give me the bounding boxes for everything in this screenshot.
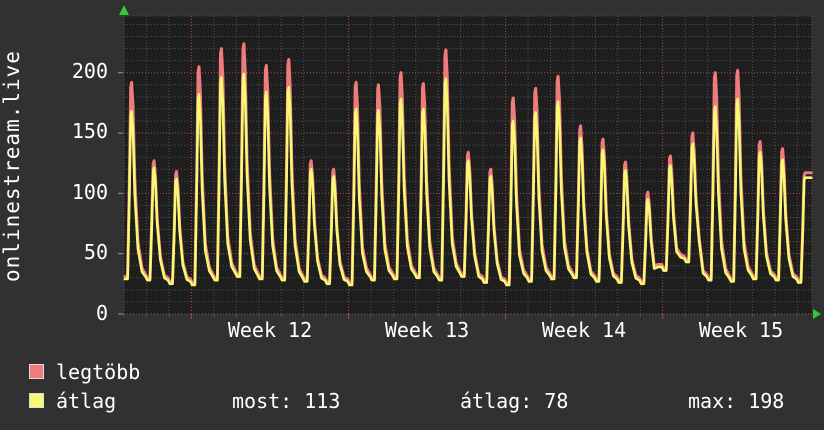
legend-swatch-max: [29, 364, 44, 379]
y-tick-label-200: 200: [71, 59, 108, 83]
y-tick-label-0: 0: [95, 301, 108, 325]
chart-title: onlinestream.live: [0, 50, 24, 282]
legend-label-avg: átlag: [56, 389, 117, 413]
x-tick-label-week12: Week 12: [227, 318, 313, 342]
legend-label-max: legtöbb: [56, 360, 141, 384]
legend-swatch-avg: [29, 393, 44, 408]
y-tick-label-50: 50: [83, 240, 108, 264]
y-tick-label-150: 150: [71, 119, 108, 143]
x-tick-label-week15: Week 15: [698, 318, 784, 342]
stat-atlag: átlag: 78: [460, 389, 569, 413]
y-tick-label-100: 100: [71, 180, 108, 204]
x-tick-label-week13: Week 13: [384, 318, 470, 342]
stat-max: max: 198: [688, 389, 785, 413]
stat-most: most: 113: [232, 389, 341, 413]
rrd-graph: onlinestream.live 200 150 100 50 0 Week …: [0, 0, 824, 430]
x-tick-label-week14: Week 14: [541, 318, 627, 342]
